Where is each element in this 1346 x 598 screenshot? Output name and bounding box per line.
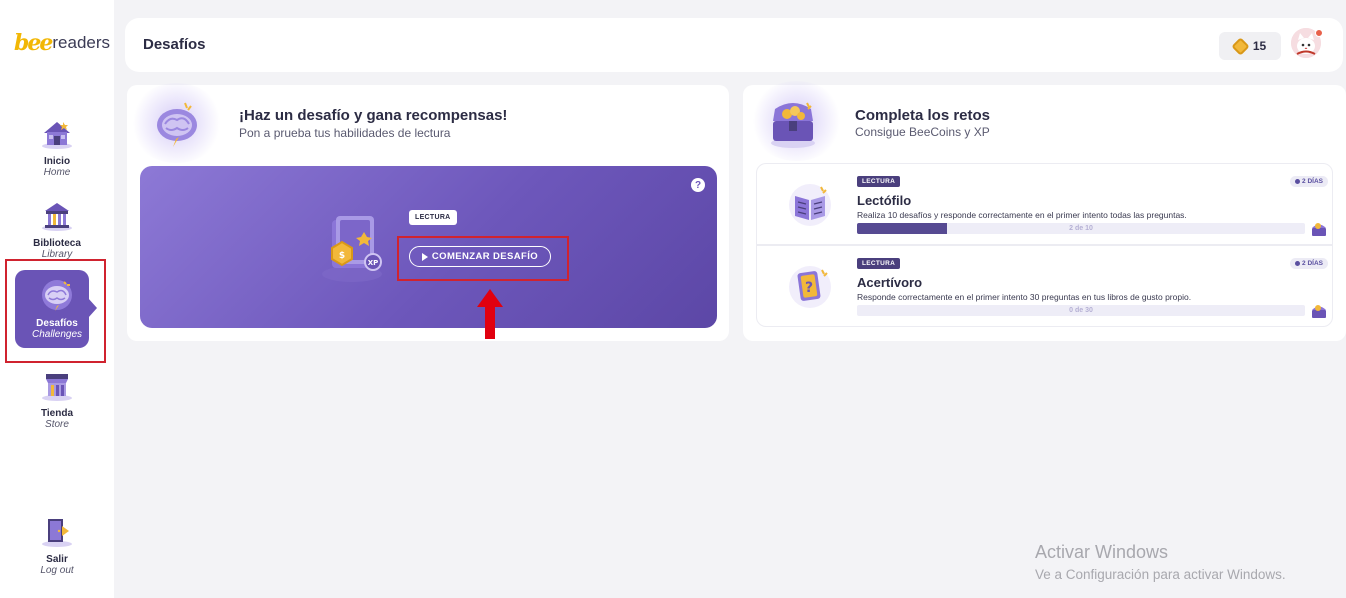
sidebar-item-store[interactable]: Tienda Store: [0, 368, 114, 430]
quest-progress-bar: 0 de 30: [857, 305, 1305, 316]
svg-text:XP: XP: [368, 259, 379, 267]
red-arrow-annotation-icon: [477, 289, 503, 339]
svg-text:$: $: [339, 251, 345, 261]
windows-activation-watermark: Activar Windows Ve a Configuración para …: [1035, 542, 1286, 582]
quests-card: Completa los retos Consigue BeeCoins y X…: [743, 81, 1346, 341]
library-icon: [37, 198, 77, 234]
book-rewards-icon: $ XP: [318, 210, 390, 289]
quest-description: Responde correctamente en el primer inte…: [857, 292, 1192, 302]
beecoins-value: 15: [1252, 39, 1267, 53]
challenge-card-subtitle: Pon a prueba tus habilidades de lectura: [239, 126, 451, 140]
reward-chest-icon: [1312, 305, 1326, 318]
quests-card-subtitle: Consigue BeeCoins y XP: [855, 125, 990, 139]
help-icon[interactable]: ?: [691, 178, 705, 192]
challenge-banner: ? $ XP LECTURA COMENZAR DESAFÍO: [140, 166, 717, 328]
treasure-chest-icon: [765, 97, 821, 154]
top-header: Desafíos 15: [125, 18, 1343, 72]
sidebar-item-logout[interactable]: Salir Log out: [0, 514, 114, 576]
logout-door-icon: [37, 514, 77, 550]
reward-chest-icon: [1312, 223, 1326, 236]
quest-days-badge: 2 DÍAS: [1290, 258, 1328, 269]
brain-icon: [37, 278, 77, 314]
sidebar: bee readers Inicio Home Biblioteca Libra…: [0, 0, 114, 598]
brain-lightning-icon: [149, 99, 205, 154]
question-card-icon: ?: [787, 264, 833, 315]
challenge-card: ¡Haz un desafío y gana recompensas! Pon …: [127, 83, 729, 341]
quest-title: Lectófilo: [857, 193, 912, 208]
quest-item-acertivoro[interactable]: ? LECTURA 2 DÍAS Acertívoro Responde cor…: [756, 245, 1333, 327]
sidebar-item-home[interactable]: Inicio Home: [0, 116, 114, 178]
quest-days-badge: 2 DÍAS: [1290, 176, 1328, 187]
highlight-start-button-annotation: [397, 236, 569, 281]
svg-text:?: ?: [805, 280, 813, 296]
house-icon: [37, 116, 77, 152]
notification-dot: [1315, 29, 1323, 37]
quest-title: Acertívoro: [857, 275, 923, 290]
quest-progress-bar: 2 de 10: [857, 223, 1305, 234]
challenge-card-title: ¡Haz un desafío y gana recompensas!: [239, 107, 508, 124]
quest-progress-text: 0 de 30: [1069, 307, 1093, 314]
quest-item-lectofilo[interactable]: LECTURA 2 DÍAS Lectófilo Realiza 10 desa…: [756, 163, 1333, 245]
sidebar-item-library[interactable]: Biblioteca Library: [0, 198, 114, 260]
store-icon: [37, 368, 77, 404]
beecoins-counter[interactable]: 15: [1219, 32, 1281, 60]
beereaders-logo[interactable]: bee readers: [14, 28, 110, 58]
beecoin-icon: [1231, 36, 1250, 56]
quest-type-tag: LECTURA: [857, 258, 901, 269]
clock-icon: [1295, 260, 1301, 266]
quest-type-tag: LECTURA: [857, 176, 901, 187]
page-title: Desafíos: [143, 36, 206, 53]
open-book-icon: [787, 182, 833, 233]
quest-progress-text: 2 de 10: [1069, 225, 1093, 232]
challenge-type-tag: LECTURA: [409, 210, 457, 225]
quests-card-title: Completa los retos: [855, 107, 991, 124]
clock-icon: [1295, 178, 1301, 184]
quest-description: Realiza 10 desafíos y responde correctam…: [857, 210, 1187, 220]
